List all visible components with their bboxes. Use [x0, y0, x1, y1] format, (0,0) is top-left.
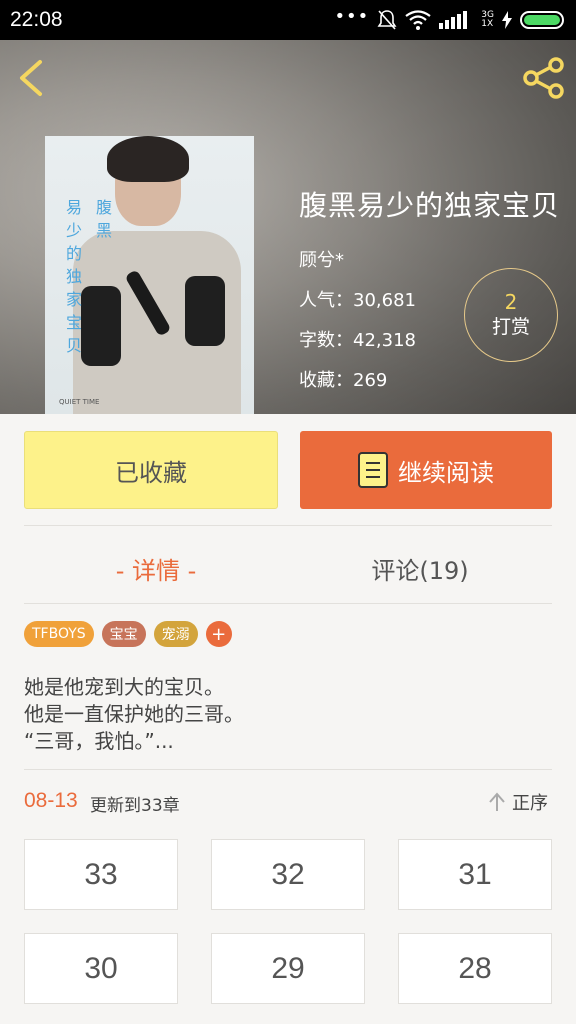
network-type: 3G 1X	[481, 11, 494, 29]
network-1x: 1X	[481, 19, 494, 29]
tag-list: TFBOYS 宝宝 宠溺 +	[24, 621, 232, 647]
chapter-button[interactable]: 33	[24, 839, 178, 910]
cover-char: 家	[65, 290, 82, 309]
synopsis-line: 他是一直保护她的三哥。	[24, 702, 244, 726]
divider	[24, 603, 552, 604]
cover-char: 宝	[65, 313, 82, 332]
cover-char: 独	[65, 267, 82, 286]
chapter-button[interactable]: 31	[398, 839, 552, 910]
synopsis-line: 她是他宠到大的宝贝。	[24, 675, 224, 699]
tab-details[interactable]: - 详情 -	[24, 548, 288, 588]
cover-char: 的	[65, 244, 82, 263]
synopsis-line: “三哥，我怕。”...	[24, 729, 174, 753]
sort-button[interactable]: 正序	[488, 789, 548, 815]
status-bar: 22:08 ••• 3G 1X	[0, 0, 576, 40]
status-time: 22:08	[10, 8, 63, 31]
book-cover[interactable]: 易 少 的 独 家 宝 贝 腹 黑 QUIET TIME	[45, 136, 254, 414]
cover-footer: QUIET TIME	[59, 398, 100, 406]
status-icons: ••• 3G 1X	[334, 8, 564, 32]
cover-figure-arm	[81, 286, 121, 366]
tip-count: 2	[504, 290, 518, 314]
cover-char: 少	[65, 221, 82, 240]
cover-char: 腹	[95, 198, 112, 217]
tag-baobao[interactable]: 宝宝	[101, 621, 146, 647]
chapter-button[interactable]: 29	[211, 933, 365, 1004]
wifi-icon	[405, 10, 431, 30]
share-icon[interactable]	[522, 56, 566, 100]
synopsis[interactable]: 她是他宠到大的宝贝。 他是一直保护她的三哥。 “三哥，我怕。”...	[24, 674, 244, 755]
continue-reading-label: 继续阅读	[398, 458, 494, 487]
tip-button[interactable]: 2 打赏	[464, 268, 558, 362]
update-date: 08-13	[24, 789, 78, 812]
book-favorites: 收藏：269	[299, 370, 388, 391]
chapter-button[interactable]: 30	[24, 933, 178, 1004]
tag-chongni[interactable]: 宠溺	[153, 621, 198, 647]
cover-char: 贝	[65, 336, 82, 355]
cover-figure-arm	[185, 276, 225, 346]
charging-icon	[502, 11, 512, 29]
sort-label: 正序	[512, 793, 548, 814]
tab-comments[interactable]: 评论(19)	[288, 548, 552, 588]
add-tag-icon[interactable]: +	[205, 621, 232, 647]
tag-tfboys[interactable]: TFBOYS	[24, 621, 94, 647]
divider	[24, 525, 552, 526]
cover-figure-hair	[107, 136, 189, 182]
sort-arrow-icon	[489, 792, 505, 811]
continue-reading-button[interactable]: 继续阅读	[300, 431, 552, 509]
collected-button[interactable]: 已收藏	[24, 431, 278, 509]
chapter-button[interactable]: 28	[398, 933, 552, 1004]
chapter-button[interactable]: 32	[211, 839, 365, 910]
divider	[24, 769, 552, 770]
book-title: 腹黑易少的独家宝贝	[299, 189, 561, 222]
more-dots-icon: •••	[334, 6, 370, 27]
cover-title-column: 腹 黑	[93, 196, 115, 242]
signal-icon	[439, 11, 468, 29]
mute-bell-icon	[377, 10, 397, 30]
back-icon[interactable]	[14, 58, 48, 98]
update-text: 更新到33章	[90, 796, 180, 816]
book-icon	[358, 452, 388, 488]
tip-label: 打赏	[491, 316, 530, 338]
cover-title-column: 易 少 的 独 家 宝 贝	[63, 196, 85, 357]
cover-char: 黑	[95, 221, 112, 240]
book-header: 易 少 的 独 家 宝 贝 腹 黑 QUIET TIME 腹黑易少的独家宝贝 顾…	[0, 40, 576, 414]
battery-icon	[520, 11, 564, 29]
cover-char: 易	[65, 198, 82, 217]
